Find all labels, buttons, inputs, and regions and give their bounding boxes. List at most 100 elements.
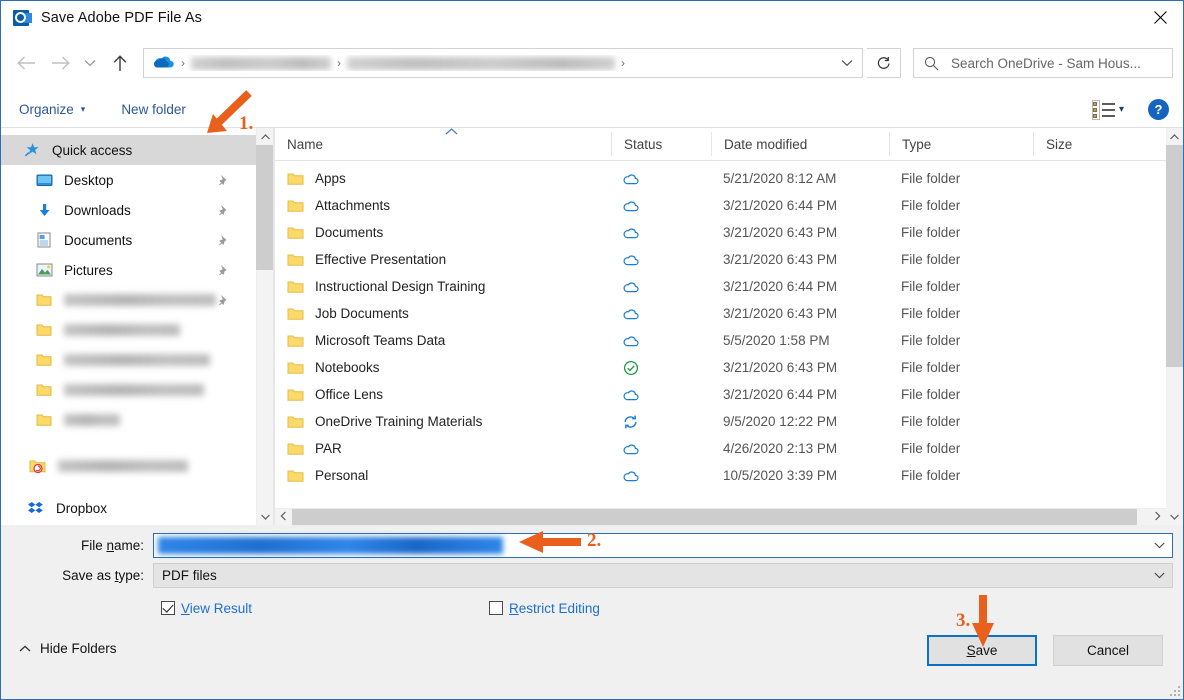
table-row[interactable]: Instructional Design Training 3/21/2020 … — [275, 273, 1166, 300]
table-row[interactable]: Personal 10/5/2020 3:39 PM File folder — [275, 462, 1166, 489]
status-cell — [611, 165, 711, 192]
date-cell: 5/5/2020 1:58 PM — [711, 327, 889, 354]
sidebar-item-redacted-2[interactable] — [1, 315, 256, 345]
table-row[interactable]: Microsoft Teams Data 5/5/2020 1:58 PM Fi… — [275, 327, 1166, 354]
file-name-label: OneDrive Training Materials — [315, 414, 482, 429]
column-header-type[interactable]: Type — [889, 132, 1033, 156]
sidebar-item-documents[interactable]: Documents — [1, 225, 256, 255]
sidebar-item-dropbox[interactable]: Dropbox — [1, 493, 256, 523]
file-name-cell: Microsoft Teams Data — [275, 327, 611, 354]
recent-locations-chevron-down-icon[interactable] — [77, 46, 103, 80]
restrict-editing-checkbox[interactable]: Restrict Editing — [489, 601, 600, 616]
hscroll-left-icon[interactable] — [275, 511, 292, 524]
checkbox-box[interactable] — [489, 601, 503, 615]
file-name-cell: Instructional Design Training — [275, 273, 611, 300]
cancel-button[interactable]: Cancel — [1053, 635, 1163, 666]
sidebar-scroll-up-icon[interactable] — [257, 128, 273, 145]
view-result-checkbox[interactable]: View Result — [161, 601, 252, 616]
table-row[interactable]: Effective Presentation 3/21/2020 6:43 PM… — [275, 246, 1166, 273]
folder-icon — [287, 307, 304, 321]
table-row[interactable]: Attachments 3/21/2020 6:44 PM File folde… — [275, 192, 1166, 219]
back-icon[interactable] — [9, 46, 43, 80]
pictures-icon — [33, 263, 55, 277]
hscroll-right-icon[interactable] — [1149, 511, 1166, 524]
pin-icon[interactable] — [217, 264, 230, 280]
sidebar-item-downloads[interactable]: Downloads — [1, 195, 256, 225]
sidebar-item-redacted-5[interactable] — [1, 405, 256, 435]
table-row[interactable]: OneDrive Training Materials 9/5/2020 12:… — [275, 408, 1166, 435]
table-row[interactable]: Apps 5/21/2020 8:12 AM File folder — [275, 165, 1166, 192]
status-cell — [611, 354, 711, 381]
date-cell: 3/21/2020 6:43 PM — [711, 219, 889, 246]
breadcrumb-separator: › — [181, 56, 185, 70]
table-row[interactable]: Office Lens 3/21/2020 6:44 PM File folde… — [275, 381, 1166, 408]
sidebar-scrollbar[interactable] — [256, 128, 273, 525]
folder-icon — [287, 388, 304, 402]
type-cell: File folder — [889, 327, 1033, 354]
folder-icon — [33, 353, 55, 367]
search-input[interactable]: Search OneDrive - Sam Hous... — [913, 48, 1173, 78]
sidebar-item-cloud-files[interactable] — [1, 451, 256, 481]
hscroll-thumb[interactable] — [292, 509, 1137, 526]
resize-grip-icon[interactable] — [1168, 684, 1180, 696]
hide-folders-button[interactable]: Hide Folders — [1, 625, 117, 656]
sidebar-scroll-thumb[interactable] — [256, 145, 273, 270]
pin-icon[interactable] — [217, 294, 230, 310]
close-icon[interactable] — [1137, 1, 1183, 33]
vscroll-thumb[interactable] — [1166, 145, 1183, 367]
save-button[interactable]: Save — [927, 635, 1037, 666]
forward-icon[interactable] — [43, 46, 77, 80]
sidebar-scroll-down-icon[interactable] — [257, 508, 273, 525]
refresh-icon[interactable] — [867, 48, 901, 78]
save-as-type-chevron-down-icon[interactable] — [1146, 564, 1172, 587]
up-one-level-icon[interactable] — [103, 46, 137, 80]
file-list-scrollbar[interactable] — [1166, 128, 1183, 525]
column-header-name[interactable]: Name — [275, 132, 611, 156]
table-row[interactable]: Documents 3/21/2020 6:43 PM File folder — [275, 219, 1166, 246]
new-folder-button[interactable]: New folder — [121, 102, 186, 117]
navigation-bar: › › › Search OneDrive - Sam Hous... — [1, 34, 1183, 92]
vscroll-up-icon[interactable] — [1166, 128, 1183, 145]
view-details-icon[interactable] — [1093, 101, 1115, 119]
address-bar[interactable]: › › › — [143, 48, 863, 78]
table-row[interactable]: PAR 4/26/2020 2:13 PM File folder — [275, 435, 1166, 462]
options-row: View Result Restrict Editing — [1, 591, 1183, 625]
column-header-status[interactable]: Status — [611, 132, 711, 156]
file-name-cell: Apps — [275, 165, 611, 192]
file-name-chevron-down-icon[interactable] — [1146, 534, 1172, 557]
file-name-input[interactable] — [153, 533, 1173, 558]
type-cell: File folder — [889, 300, 1033, 327]
search-icon — [924, 56, 939, 71]
folder-icon — [287, 334, 304, 348]
date-cell: 3/21/2020 6:43 PM — [711, 354, 889, 381]
organize-button[interactable]: Organize ▾ — [19, 102, 85, 117]
file-name-value — [158, 537, 503, 554]
vscroll-down-icon[interactable] — [1166, 508, 1183, 525]
sidebar-item-redacted-1[interactable] — [1, 285, 256, 315]
outlook-icon — [13, 9, 31, 27]
breadcrumb-separator: › — [337, 56, 341, 70]
sidebar-item-redacted-3[interactable] — [1, 345, 256, 375]
horizontal-scrollbar[interactable] — [275, 508, 1166, 525]
sidebar-item-desktop[interactable]: Desktop — [1, 165, 256, 195]
pin-icon[interactable] — [217, 234, 230, 250]
hscroll-track[interactable] — [292, 509, 1149, 526]
sidebar-item-quick-access[interactable]: Quick access — [1, 135, 256, 165]
view-chevron-down-icon[interactable]: ▾ — [1119, 104, 1124, 115]
pin-icon[interactable] — [217, 174, 230, 190]
address-chevron-down-icon[interactable] — [832, 59, 862, 67]
column-header-date-modified[interactable]: Date modified — [711, 132, 889, 156]
table-row[interactable]: Job Documents 3/21/2020 6:43 PM File fol… — [275, 300, 1166, 327]
breadcrumb-item-user[interactable] — [191, 57, 331, 70]
table-row[interactable]: Notebooks 3/21/2020 6:43 PM File folder — [275, 354, 1166, 381]
breadcrumb-item-onedrive[interactable] — [347, 57, 615, 70]
folder-icon — [33, 293, 55, 307]
sidebar-item-pictures[interactable]: Pictures — [1, 255, 256, 285]
pin-icon[interactable] — [217, 204, 230, 220]
help-button[interactable]: ? — [1148, 99, 1169, 120]
save-as-type-select[interactable]: PDF files — [153, 563, 1173, 588]
sidebar-item-redacted-4[interactable] — [1, 375, 256, 405]
file-name-cell: Office Lens — [275, 381, 611, 408]
column-header-size[interactable]: Size — [1033, 132, 1166, 156]
checkbox-box[interactable] — [161, 601, 175, 615]
